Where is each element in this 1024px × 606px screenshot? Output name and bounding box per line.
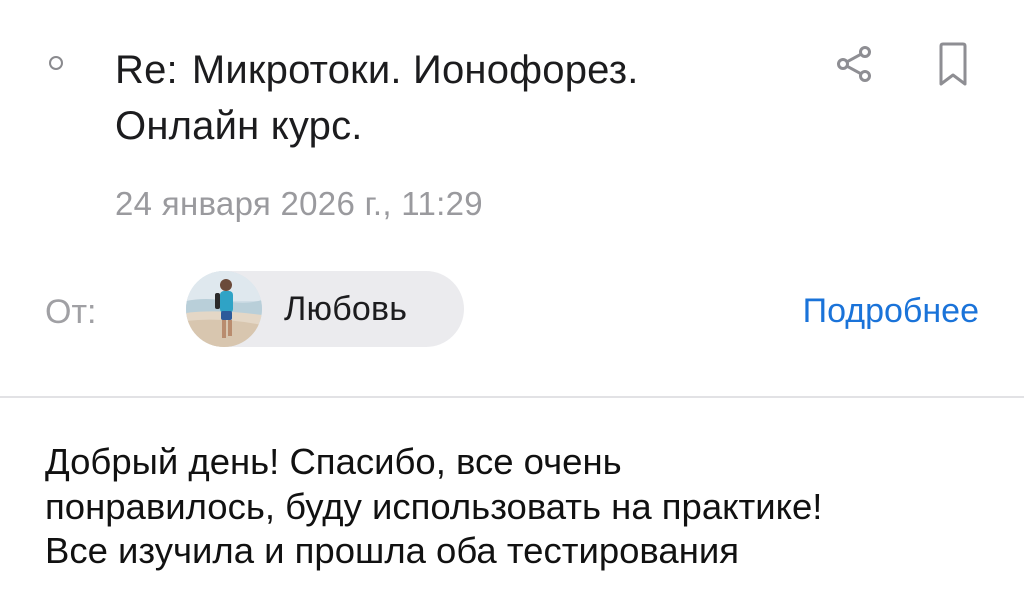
unread-circle-icon[interactable] — [49, 56, 63, 70]
subject-prefix: Re: — [115, 48, 178, 92]
body-line: Все изучила и прошла оба тестирования — [45, 530, 740, 571]
message-body: Добрый день! Спасибо, все очень понравил… — [45, 440, 995, 574]
bookmark-button[interactable] — [927, 38, 979, 90]
sender-chip[interactable]: Любовь — [186, 271, 464, 347]
share-icon — [837, 46, 871, 82]
bookmark-icon — [939, 42, 967, 86]
sender-name: Любовь — [284, 289, 408, 328]
subject-text: Микротоки. Ионофорез. Онлайн курс. — [115, 48, 639, 148]
divider — [0, 396, 1024, 398]
body-line: Добрый день! Спасибо, все очень — [45, 441, 622, 482]
message-date: 24 января 2026 г., 11:29 — [115, 185, 483, 222]
message-subject: Re: Микротоки. Ионофорез. Онлайн курс. — [115, 42, 755, 154]
details-link[interactable]: Подробнее — [803, 289, 979, 333]
body-line: понравилось, буду использовать на практи… — [45, 485, 823, 527]
share-button[interactable] — [828, 38, 880, 90]
avatar — [186, 271, 262, 347]
from-label: От: — [45, 293, 97, 331]
message-header: Re: Микротоки. Ионофорез. Онлайн курс. 24… — [0, 0, 1024, 396]
